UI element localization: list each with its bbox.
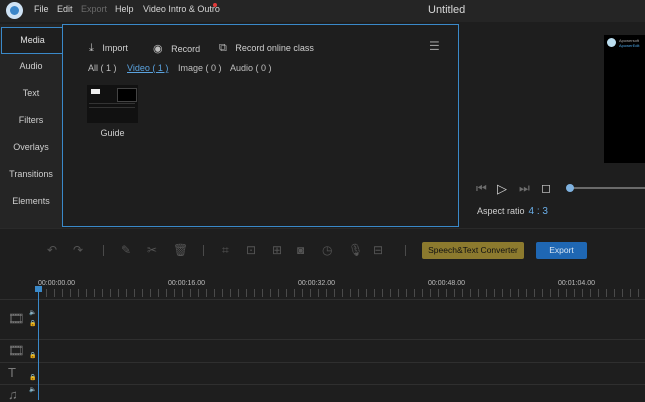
timeline-timestamp: 00:00:16.00 [168,280,205,287]
filter-video[interactable]: Video ( 1 ) [127,63,168,73]
resize-icon[interactable]: ⊡ [246,243,256,257]
media-item-name: Guide [100,128,125,138]
undo-icon[interactable]: ↶ [47,243,57,257]
aspect-ratio-value[interactable]: 4 : 3 [529,206,548,217]
playhead[interactable] [38,287,39,400]
text-track-icon: T [8,365,16,380]
timeline-timestamp: 00:00:32.00 [298,280,335,287]
record-icon: ◉ [153,43,163,55]
track-lock-icon[interactable]: 🔒 [29,374,36,381]
timeline-timestamp: 00:01:04.00 [558,280,595,287]
record-online-class-button[interactable]: ⧉ Record online class [219,42,314,55]
preview-overlay-text-2: ApowerEdit [619,43,640,48]
toolbar-separator [203,245,204,256]
track-lock-icon[interactable]: 🔒 [29,352,36,359]
export-button[interactable]: Export [536,242,587,259]
voiceover-icon[interactable]: ⊟ [373,243,383,257]
import-label: Import [102,43,128,53]
track-divider [0,362,645,363]
snapshot-icon[interactable]: ◙ [297,243,304,257]
record-online-class-label: Record online class [235,43,314,53]
track-lock-icon[interactable]: 🔒 [29,320,36,327]
speech-text-converter-button[interactable]: Speech&Text Converter [422,242,524,259]
track-mute-icon[interactable]: 🔈 [29,386,36,393]
preview-watermark-logo [607,38,616,47]
window-title: Untitled [428,4,466,16]
menu-video-intro-outro[interactable]: Video Intro & Outro [143,4,220,14]
tab-text[interactable]: Text [0,81,62,106]
filter-audio[interactable]: Audio ( 0 ) [230,63,272,73]
screen-record-icon: ⧉ [219,42,227,54]
delete-icon[interactable]: 🗑 [173,243,188,257]
import-icon: ⤓ [89,42,94,54]
preview-progress-handle[interactable] [566,184,574,192]
menu-file[interactable]: File [34,4,49,14]
tab-elements[interactable]: Elements [0,189,62,214]
menu-edit[interactable]: Edit [57,4,73,14]
overlay-track-icon: 🎞 [8,343,25,358]
notification-dot [213,3,217,7]
aspect-ratio: Aspect ratio 4 : 3 [477,206,548,217]
divider [0,228,645,229]
preview-progress-bar[interactable] [571,187,645,189]
previous-frame-icon[interactable]: ⏮ [476,181,487,196]
next-frame-icon[interactable]: ⏭ [519,181,530,196]
stop-icon[interactable]: ◻ [541,181,551,195]
menu-help[interactable]: Help [115,4,134,14]
microphone-icon[interactable]: 🎙 [348,243,363,257]
toolbar-separator [405,245,406,256]
track-divider [0,384,645,385]
tab-transitions[interactable]: Transitions [0,162,62,187]
play-icon[interactable]: ▷ [497,181,507,197]
filter-all[interactable]: All ( 1 ) [88,63,117,73]
track-mute-icon[interactable]: 🔈 [29,309,36,316]
playhead-handle[interactable] [35,286,42,292]
import-button[interactable]: ⤓ Import [89,42,128,55]
preview-canvas[interactable] [604,35,645,163]
aspect-ratio-label: Aspect ratio [477,206,525,216]
timeline-ruler[interactable] [38,289,645,297]
tab-overlays[interactable]: Overlays [0,135,62,160]
track-divider [0,339,645,340]
timeline-timestamp: 00:00:48.00 [428,280,465,287]
app-logo-icon[interactable] [6,2,23,19]
toolbar-separator [103,245,104,256]
list-view-icon[interactable]: ☰ [429,39,440,53]
tab-media[interactable]: Media [1,27,63,54]
record-button[interactable]: ◉ Record [153,42,200,55]
tab-filters[interactable]: Filters [0,108,62,133]
track-divider [0,299,645,300]
tab-audio[interactable]: Audio [0,54,62,79]
video-track-icon: 🎞 [8,311,25,326]
timeline-timestamp: 00:00:00.00 [38,280,75,287]
menu-export[interactable]: Export [81,4,107,14]
scissors-icon[interactable]: ✂ [147,243,157,257]
mosaic-icon[interactable]: ⊞ [272,243,282,257]
record-label: Record [171,44,201,54]
duration-icon[interactable]: ◷ [322,243,332,257]
crop-icon[interactable]: ⌗ [222,243,229,258]
filter-image[interactable]: Image ( 0 ) [178,63,222,73]
redo-icon[interactable]: ↷ [73,243,83,257]
edit-pencil-icon[interactable]: ✎ [121,243,131,257]
sidebar: Media Audio Text Filters Overlays Transi… [0,24,63,228]
media-thumbnail[interactable] [87,85,138,123]
